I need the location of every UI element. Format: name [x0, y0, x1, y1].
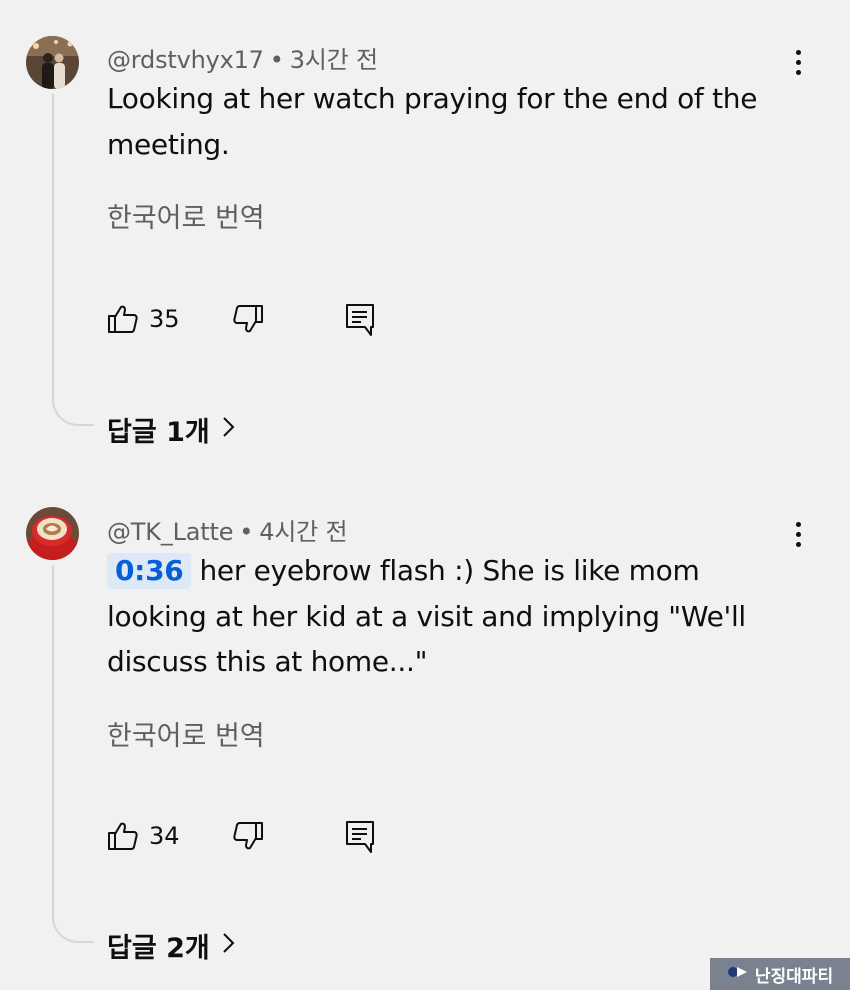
watermark-text: 난징대파티 [754, 966, 834, 987]
replies-toggle[interactable]: 답글 2개 [107, 926, 236, 965]
action-bar: 34 [107, 820, 407, 860]
reply-button[interactable] [345, 820, 375, 854]
comment-meta: @TK_Latte • 4시간 전 [107, 512, 348, 547]
watermark-logo-icon [727, 964, 749, 985]
meta-separator: • [239, 518, 254, 546]
dislike-button[interactable] [232, 820, 264, 852]
like-button[interactable]: 34 [107, 820, 180, 852]
comment-2: @TK_Latte • 4시간 전 0:36 her eyebrow flash :)… [0, 0, 850, 990]
translate-button[interactable]: 한국어로 번역 [107, 714, 265, 753]
thumbs-up-icon [107, 820, 139, 852]
avatar[interactable] [26, 507, 79, 560]
comment-body: her eyebrow flash :) She is like mom loo… [107, 554, 746, 678]
like-count: 34 [149, 822, 180, 850]
comment-reply-icon [345, 820, 375, 854]
thread-line [52, 565, 94, 943]
replies-label: 답글 2개 [107, 933, 210, 964]
watermark: 난징대파티 [710, 958, 850, 990]
more-vert-icon[interactable] [780, 516, 816, 552]
thumbs-down-icon [232, 820, 264, 852]
comment-time: 4시간 전 [259, 518, 348, 546]
author-name[interactable]: @TK_Latte [107, 518, 233, 546]
comment-text: 0:36 her eyebrow flash :) She is like mom… [107, 548, 787, 685]
chevron-right-icon [210, 930, 236, 961]
timestamp-link[interactable]: 0:36 [107, 553, 192, 589]
